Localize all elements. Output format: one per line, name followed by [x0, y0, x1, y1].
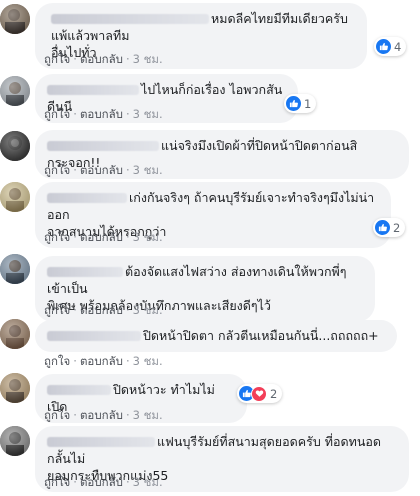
like-link[interactable]: ถูกใจ — [44, 230, 70, 244]
reply-link[interactable]: ตอบกลับ — [80, 52, 123, 66]
timestamp[interactable]: 3 ชม. — [133, 52, 163, 66]
like-link[interactable]: ถูกใจ — [44, 408, 70, 422]
comment-actions: ถูกใจ · ตอบกลับ · 3 ชม. — [44, 354, 163, 368]
like-icon — [376, 39, 391, 54]
like-link[interactable]: ถูกใจ — [44, 52, 70, 66]
profile-photo-icon — [0, 76, 30, 106]
timestamp[interactable]: 3 ชม. — [133, 303, 163, 317]
comment-actions: ถูกใจ · ตอบกลับ · 3 ชม. — [44, 475, 163, 489]
like-link[interactable]: ถูกใจ — [44, 354, 70, 368]
reply-link[interactable]: ตอบกลับ — [80, 475, 123, 489]
timestamp[interactable]: 3 ชม. — [133, 107, 163, 121]
timestamp[interactable]: 3 ชม. — [133, 230, 163, 244]
comment-bubble: ปิดหน้าปิดตา กลัวตีนเหมือนกันนี่...ถถถถถ… — [35, 320, 397, 352]
author-name-blurred[interactable] — [47, 437, 155, 447]
avatar[interactable] — [0, 182, 30, 212]
like-link[interactable]: ถูกใจ — [44, 107, 70, 121]
author-name-blurred[interactable] — [47, 141, 159, 151]
avatar[interactable] — [0, 319, 30, 349]
avatar[interactable] — [0, 131, 30, 161]
reaction-count: 2 — [270, 386, 278, 401]
like-icon — [286, 96, 301, 111]
reply-link[interactable]: ตอบกลับ — [80, 230, 123, 244]
timestamp[interactable]: 3 ชม. — [133, 354, 163, 368]
reaction-summary[interactable]: 1 — [284, 94, 317, 113]
comment-actions: ถูกใจ · ตอบกลับ · 3 ชม. — [44, 230, 163, 244]
reaction-summary[interactable]: 2 — [373, 218, 406, 237]
comment-actions: ถูกใจ · ตอบกลับ · 3 ชม. — [44, 52, 163, 66]
reply-link[interactable]: ตอบกลับ — [80, 354, 123, 368]
reaction-summary[interactable]: 4 — [374, 37, 407, 56]
profile-photo-icon — [0, 182, 30, 212]
avatar[interactable] — [0, 254, 30, 284]
reply-link[interactable]: ตอบกลับ — [80, 107, 123, 121]
avatar[interactable] — [0, 4, 30, 34]
reaction-count: 4 — [394, 39, 402, 54]
comment-actions: ถูกใจ · ตอบกลับ · 3 ชม. — [44, 408, 163, 422]
reply-link[interactable]: ตอบกลับ — [80, 408, 123, 422]
reply-link[interactable]: ตอบกลับ — [80, 303, 123, 317]
reaction-count: 1 — [304, 96, 312, 111]
avatar[interactable] — [0, 373, 30, 403]
reply-link[interactable]: ตอบกลับ — [80, 163, 123, 177]
profile-photo-icon — [0, 426, 30, 456]
profile-photo-icon — [0, 131, 30, 161]
profile-photo-icon — [0, 319, 30, 349]
author-name-blurred[interactable] — [47, 267, 123, 277]
author-name-blurred[interactable] — [47, 85, 139, 95]
timestamp[interactable]: 3 ชม. — [133, 408, 163, 422]
comment-actions: ถูกใจ · ตอบกลับ · 3 ชม. — [44, 107, 163, 121]
profile-photo-icon — [0, 4, 30, 34]
profile-photo-icon — [0, 373, 30, 403]
timestamp[interactable]: 3 ชม. — [133, 475, 163, 489]
reaction-summary[interactable]: 2 — [237, 384, 283, 403]
comment-actions: ถูกใจ · ตอบกลับ · 3 ชม. — [44, 163, 163, 177]
author-name-blurred[interactable] — [47, 331, 141, 341]
like-link[interactable]: ถูกใจ — [44, 163, 70, 177]
avatar[interactable] — [0, 76, 30, 106]
reaction-count: 2 — [393, 220, 401, 235]
like-icon — [375, 220, 390, 235]
author-name-blurred[interactable] — [47, 385, 111, 395]
like-link[interactable]: ถูกใจ — [44, 475, 70, 489]
author-name-blurred[interactable] — [47, 193, 127, 203]
author-name-blurred[interactable] — [51, 14, 209, 24]
timestamp[interactable]: 3 ชม. — [133, 163, 163, 177]
like-link[interactable]: ถูกใจ — [44, 303, 70, 317]
comment-text: ปิดหน้าปิดตา กลัวตีนเหมือนกันนี่...ถถถถถ… — [143, 328, 379, 343]
love-icon — [251, 385, 267, 402]
avatar[interactable] — [0, 426, 30, 456]
comment-actions: ถูกใจ · ตอบกลับ · 3 ชม. — [44, 303, 163, 317]
profile-photo-icon — [0, 254, 30, 284]
